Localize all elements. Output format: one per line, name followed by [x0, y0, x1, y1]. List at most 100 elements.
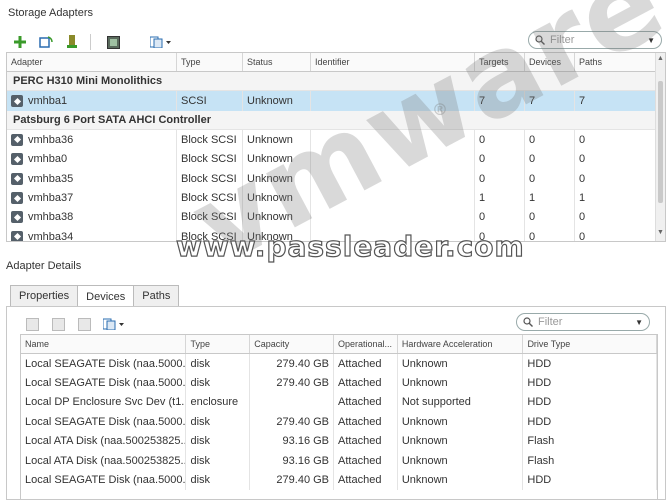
adapter-cell-targets: 0	[475, 149, 525, 169]
tab-devices[interactable]: Devices	[77, 285, 135, 307]
device-row[interactable]: Local SEAGATE Disk (naa.5000... disk 279.4…	[21, 354, 657, 374]
detach-device-icon[interactable]	[50, 316, 66, 332]
adapter-cell-adapter: vmhba1	[7, 91, 177, 111]
column-header-drive_type[interactable]: Drive Type	[523, 335, 657, 353]
adapter-cell-adapter: vmhba38	[7, 207, 177, 228]
device-cell-drive_type: HDD	[523, 392, 657, 413]
rescan-vmfs-icon[interactable]	[64, 34, 80, 50]
device-row[interactable]: Local ATA Disk (naa.500253825... disk 93.1…	[21, 431, 657, 451]
device-cell-capacity	[250, 392, 335, 413]
device-cell-type: disk	[186, 373, 251, 393]
column-header-capacity[interactable]: Capacity	[250, 335, 335, 353]
storage-adapters-title: Storage Adapters	[8, 7, 94, 19]
scroll-up-icon[interactable]: ▲	[656, 55, 665, 65]
actions-menu-icon[interactable]	[149, 34, 173, 50]
adapter-row[interactable]: vmhba1 SCSI Unknown 7 7 7	[7, 91, 665, 111]
column-header-type[interactable]: Type	[186, 335, 251, 353]
adapter-cell-paths: 0	[575, 130, 657, 150]
adapters-scrollbar[interactable]: ▲ ▼	[655, 53, 665, 241]
adapter-cell-type: Block SCSI	[177, 168, 243, 189]
adapter-cell-adapter: vmhba37	[7, 188, 177, 208]
column-header-type[interactable]: Type	[177, 53, 243, 71]
device-cell-drive_type: HDD	[523, 470, 657, 490]
device-cell-hw_accel: Not supported	[398, 392, 524, 413]
device-cell-hw_accel: Unknown	[398, 354, 524, 374]
adapter-adapter-text: vmhba1	[28, 95, 68, 108]
adapter-cell-identifier	[311, 188, 475, 208]
adapter-cell-targets: 0	[475, 130, 525, 150]
adapter-row[interactable]: vmhba34 Block SCSI Unknown 0 0 0	[7, 227, 665, 242]
column-header-paths[interactable]: Paths	[575, 53, 657, 71]
adapters-scrollbar-thumb[interactable]	[658, 81, 663, 203]
storage-adapter-icon	[11, 95, 23, 108]
adapter-cell-type: SCSI	[177, 91, 243, 111]
column-header-status[interactable]: Status	[243, 53, 311, 71]
device-cell-type: enclosure	[186, 392, 251, 413]
adapter-cell-devices: 0	[525, 227, 575, 242]
adapter-status-text: Unknown	[247, 211, 293, 224]
chevron-down-icon[interactable]: ▼	[635, 318, 643, 327]
tab-properties[interactable]: Properties	[10, 285, 79, 306]
devices-toolbar	[24, 316, 136, 332]
adapter-paths-text: 1	[579, 192, 586, 205]
column-header-adapter[interactable]: Adapter	[7, 53, 177, 71]
adapter-cell-status: Unknown	[243, 130, 311, 150]
adapter-devices-text: 0	[529, 172, 536, 185]
device-cell-hw_accel: Unknown	[398, 373, 524, 393]
column-header-name[interactable]: Name	[21, 335, 187, 353]
adapters-grid-body: PERC H310 Mini Monolithics vmhba1 SCSI Unkn…	[7, 72, 665, 242]
adapter-row[interactable]: vmhba36 Block SCSI Unknown 0 0 0	[7, 130, 665, 150]
tab-paths[interactable]: Paths	[133, 285, 180, 306]
adapter-paths-text: 0	[579, 133, 586, 146]
adapter-devices-text: 0	[529, 211, 536, 224]
device-row[interactable]: Local SEAGATE Disk (naa.5000... disk 279.4…	[21, 470, 657, 490]
adapters-filter-input[interactable]: Filter ▼	[528, 31, 662, 49]
device-row[interactable]: Local SEAGATE Disk (naa.5000... disk 279.4…	[21, 373, 657, 393]
device-actions-menu-icon[interactable]	[102, 316, 126, 332]
adapter-cell-identifier	[311, 168, 475, 189]
adapter-paths-text: 0	[579, 230, 586, 242]
adapter-row[interactable]: vmhba38 Block SCSI Unknown 0 0 0	[7, 207, 665, 228]
adapter-group-header[interactable]: PERC H310 Mini Monolithics	[7, 72, 665, 92]
refresh-devices-icon[interactable]	[24, 316, 40, 332]
adapter-row[interactable]: vmhba37 Block SCSI Unknown 1 1 1	[7, 188, 665, 208]
storage-adapter-icon	[11, 133, 23, 146]
adapter-devices-text: 0	[529, 153, 536, 166]
adapter-cell-type: Block SCSI	[177, 227, 243, 241]
device-cell-hw_accel: Unknown	[398, 450, 524, 471]
device-cell-type: disk	[186, 431, 251, 451]
adapter-cell-status: Unknown	[243, 207, 311, 228]
adapter-status-text: Unknown	[247, 172, 293, 185]
column-header-hw_accel[interactable]: Hardware Acceleration	[398, 335, 524, 353]
rescan-adapters-icon[interactable]	[38, 34, 54, 50]
adapter-cell-paths: 0	[575, 227, 657, 242]
adapter-targets-text: 7	[479, 95, 486, 108]
adapter-cell-type: Block SCSI	[177, 149, 243, 169]
adapters-grid-header: Adapter Type Status Identifier Targets Device…	[7, 53, 665, 72]
devices-filter-input[interactable]: Filter ▼	[516, 313, 650, 331]
chevron-down-icon[interactable]: ▼	[647, 36, 655, 45]
rename-device-icon[interactable]	[76, 316, 92, 332]
adapter-group-header[interactable]: Patsburg 6 Port SATA AHCI Controller	[7, 110, 665, 131]
device-cell-drive_type: HDD	[523, 373, 657, 393]
adapter-devices-text: 0	[529, 230, 536, 242]
adapter-type-text: SCSI	[181, 95, 207, 108]
device-row[interactable]: Local DP Enclosure Svc Dev (t1... enclosu…	[21, 392, 657, 413]
device-row[interactable]: Local ATA Disk (naa.500253825... disk 93.1…	[21, 450, 657, 471]
add-adapter-icon[interactable]	[12, 34, 28, 50]
column-header-devices[interactable]: Devices	[525, 53, 575, 71]
refresh-storage-icon[interactable]	[105, 34, 121, 50]
device-cell-name: Local SEAGATE Disk (naa.5000...	[21, 470, 187, 490]
column-header-identifier[interactable]: Identifier	[311, 53, 475, 71]
column-header-operational[interactable]: Operational...	[334, 335, 398, 353]
adapter-adapter-text: vmhba38	[28, 211, 74, 224]
search-icon	[523, 317, 533, 327]
adapter-adapter-text: vmhba36	[28, 133, 74, 146]
adapter-cell-status: Unknown	[243, 168, 311, 189]
adapter-row[interactable]: vmhba35 Block SCSI Unknown 0 0 0	[7, 168, 665, 189]
column-header-targets[interactable]: Targets	[475, 53, 525, 71]
device-row[interactable]: Local SEAGATE Disk (naa.5000... disk 279.4…	[21, 412, 657, 432]
adapter-row[interactable]: vmhba0 Block SCSI Unknown 0 0 0	[7, 149, 665, 169]
adapter-devices-text: 7	[529, 95, 536, 108]
scroll-down-icon[interactable]: ▼	[656, 229, 665, 239]
